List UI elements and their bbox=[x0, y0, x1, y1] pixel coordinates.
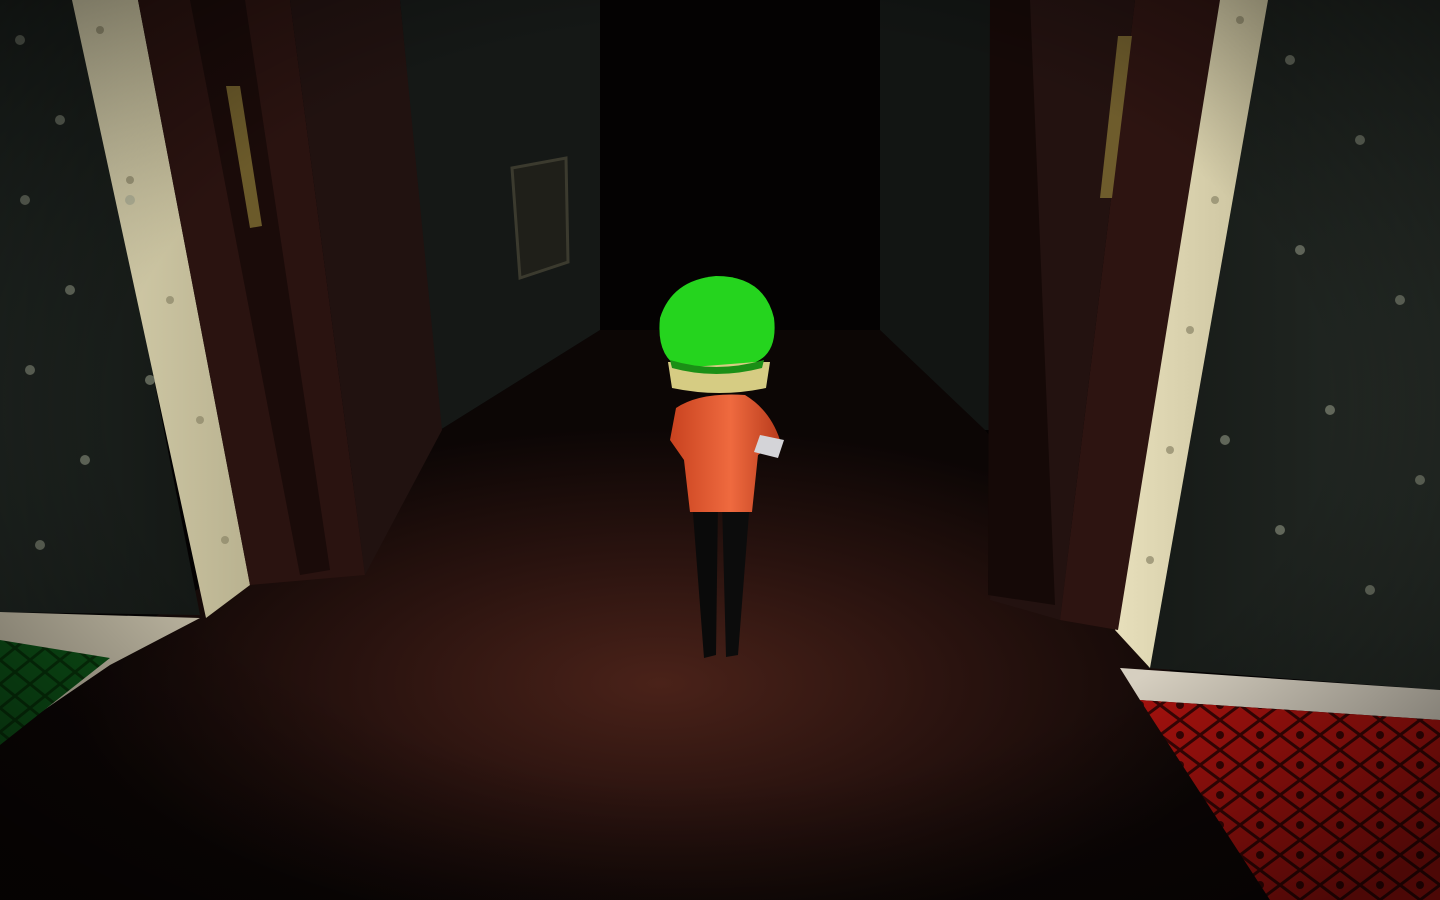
screen-vignette bbox=[0, 0, 1440, 900]
game-viewport[interactable] bbox=[0, 0, 1440, 900]
hallway-scene bbox=[0, 0, 1440, 900]
